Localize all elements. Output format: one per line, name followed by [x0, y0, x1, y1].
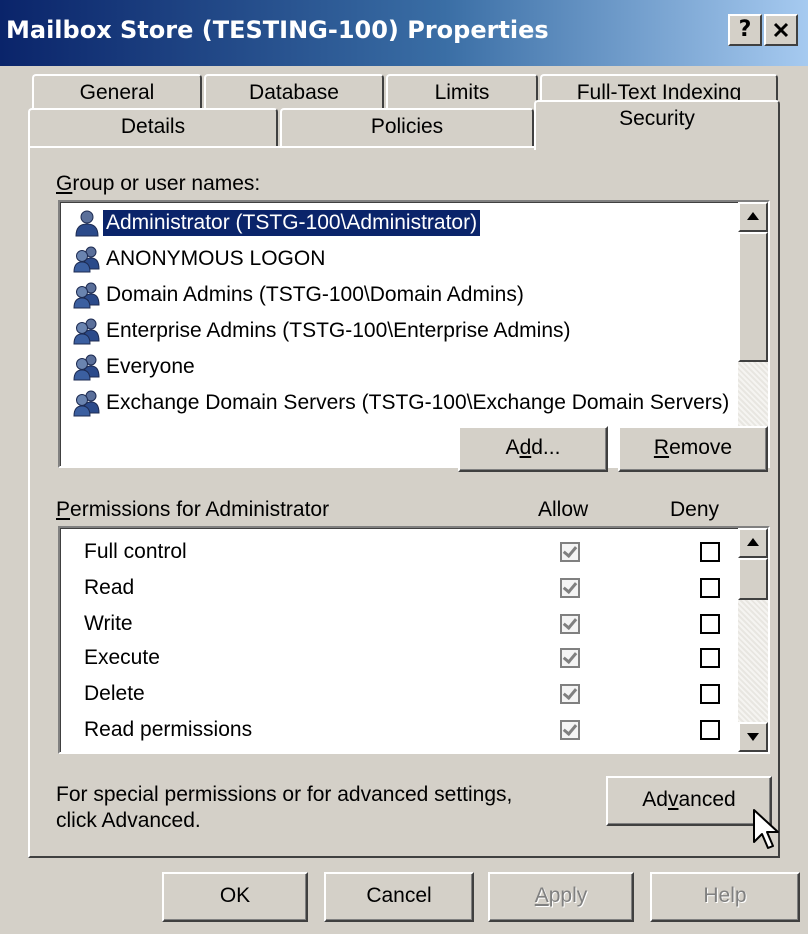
permission-row-read: Read [84, 572, 764, 606]
allow-checkbox [560, 648, 580, 668]
user-icon [75, 210, 99, 237]
window-title: Mailbox Store (TESTING-100) Properties [6, 16, 549, 44]
scroll-up-button[interactable] [738, 528, 768, 558]
permission-row-delete: Delete [84, 678, 764, 712]
group-icon [73, 390, 100, 417]
cancel-button[interactable]: Cancel [324, 872, 474, 922]
group-icon [73, 318, 100, 345]
arrow-up-icon [747, 538, 759, 546]
arrow-up-icon [747, 212, 759, 220]
tab-general[interactable]: General [32, 74, 202, 112]
allow-checkbox [560, 684, 580, 704]
list-item-everyone[interactable]: Everyone [72, 350, 195, 384]
add-button[interactable]: Add... [458, 426, 608, 472]
close-button[interactable] [764, 14, 798, 46]
deny-header: Deny [670, 498, 720, 521]
group-icon [73, 246, 100, 273]
permissions-label: Permissions for Administrator [56, 498, 330, 521]
list-item-administrator[interactable]: Administrator (TSTG-100\Administrator) [72, 206, 481, 240]
allow-checkbox [560, 578, 580, 598]
deny-checkbox[interactable] [700, 684, 720, 704]
scroll-up-button[interactable] [738, 202, 768, 232]
deny-checkbox[interactable] [700, 720, 720, 740]
list-item-exchange-domain-servers[interactable]: Exchange Domain Servers (TSTG-100\Exchan… [72, 386, 729, 420]
advanced-note: For special permissions or for advanced … [56, 783, 513, 832]
tab-details[interactable]: Details [28, 108, 278, 148]
permissions-list[interactable]: Full control Read Write Execute Delete R… [58, 526, 770, 754]
help-footer-button[interactable]: Help [650, 872, 800, 922]
group-icon [73, 354, 100, 381]
permission-row-write: Write [84, 608, 764, 642]
deny-checkbox[interactable] [700, 578, 720, 598]
permission-row-execute: Execute [84, 642, 764, 676]
allow-checkbox [560, 614, 580, 634]
list-item-anonymous-logon[interactable]: ANONYMOUS LOGON [72, 242, 325, 276]
permissions-scrollbar[interactable] [738, 528, 768, 752]
allow-checkbox [560, 720, 580, 740]
allow-header: Allow [538, 498, 589, 521]
group-icon [73, 282, 100, 309]
allow-checkbox [560, 542, 580, 562]
deny-checkbox[interactable] [700, 542, 720, 562]
group-user-names-label: Group or user names: [56, 172, 261, 195]
mouse-cursor-icon [753, 809, 779, 849]
list-item-enterprise-admins[interactable]: Enterprise Admins (TSTG-100\Enterprise A… [72, 314, 571, 348]
deny-checkbox[interactable] [700, 614, 720, 634]
tab-security[interactable]: Security [534, 100, 780, 150]
list-item-domain-admins[interactable]: Domain Admins (TSTG-100\Domain Admins) [72, 278, 524, 312]
security-panel: Group or user names: Administrator (TSTG… [28, 146, 780, 858]
scroll-thumb[interactable] [738, 558, 768, 600]
permission-row-read-permissions: Read permissions [84, 714, 764, 748]
tab-policies[interactable]: Policies [280, 108, 534, 148]
apply-button[interactable]: Apply [488, 872, 634, 922]
help-button[interactable]: ? [728, 14, 762, 46]
permission-row-full-control: Full control [84, 536, 764, 570]
title-bar[interactable]: Mailbox Store (TESTING-100) Properties ? [0, 0, 808, 66]
advanced-button[interactable]: Advanced [606, 776, 772, 826]
tab-database[interactable]: Database [204, 74, 384, 112]
arrow-down-icon [747, 733, 759, 741]
deny-checkbox[interactable] [700, 648, 720, 668]
scroll-thumb[interactable] [738, 232, 768, 362]
ok-button[interactable]: OK [162, 872, 308, 922]
close-icon [773, 22, 789, 38]
remove-button[interactable]: Remove [618, 426, 768, 472]
scroll-down-button[interactable] [738, 722, 768, 752]
tab-limits[interactable]: Limits [386, 74, 538, 112]
